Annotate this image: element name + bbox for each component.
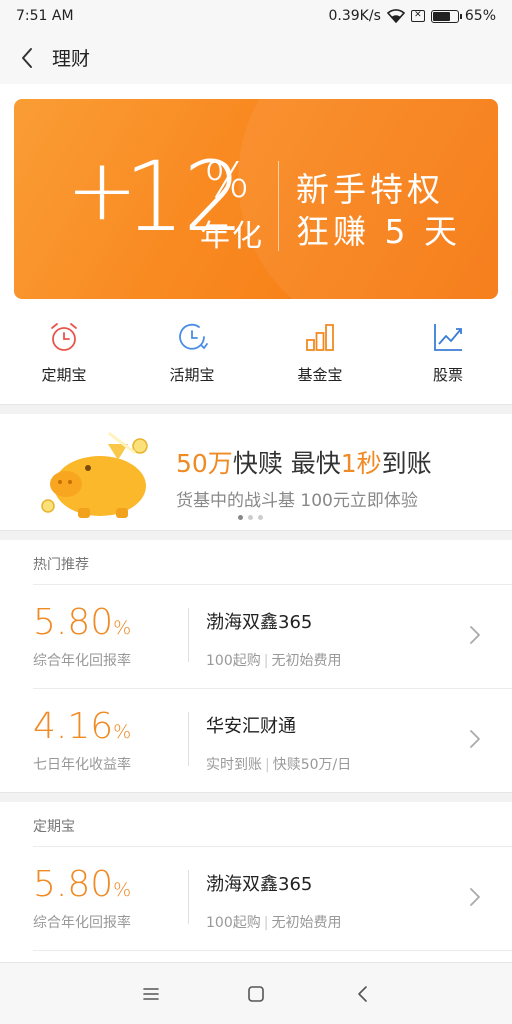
- quick-nav-label: 基金宝: [297, 366, 343, 384]
- desc-separator: |: [263, 653, 269, 669]
- carousel-indicator: [238, 515, 263, 520]
- row-divider: [33, 950, 512, 951]
- product-name: 华安汇财通: [206, 716, 296, 737]
- product-rate-label: 综合年化回报率: [33, 653, 131, 669]
- rate-value: 5.80: [33, 864, 114, 905]
- battery-percent: 65%: [464, 8, 496, 24]
- banner-divider: [278, 161, 279, 251]
- status-time: 7:51 AM: [16, 8, 74, 24]
- desc-separator: |: [265, 757, 270, 773]
- rate-unit: %: [113, 617, 132, 639]
- carousel-dot: [248, 515, 253, 520]
- quick-nav-fixed-term[interactable]: 定期宝: [14, 320, 114, 385]
- main-content: + 12 % 年化 新手特权 狂赚 5 天 定期宝 活期宝 基金宝 股票 50万…: [0, 84, 512, 962]
- battery-icon: [430, 9, 462, 23]
- section-separator: [0, 404, 512, 414]
- product-name: 渤海双鑫365: [206, 874, 313, 895]
- promo-banner[interactable]: + 12 % 年化 新手特权 狂赚 5 天: [14, 99, 498, 299]
- section-separator: [0, 792, 512, 802]
- banner-headline: 新手特权: [296, 170, 444, 209]
- system-nav-bar: [0, 962, 512, 1024]
- promo-title: 50万快赎 最快1秒到账: [176, 444, 432, 480]
- rate-unit: %: [113, 879, 132, 901]
- piggy-bank-icon: [41, 432, 148, 518]
- section-separator: [0, 530, 512, 540]
- promo-subtitle: 货基中的战斗基 100元立即体验: [176, 491, 418, 511]
- section-header-fixed: 定期宝: [0, 802, 512, 846]
- sim-off-icon: ✕: [410, 10, 425, 22]
- line-chart-icon: [434, 324, 462, 351]
- row-divider: [33, 846, 512, 847]
- product-desc: 100起购 | 无初始费用: [206, 912, 341, 932]
- desc-part: 无初始费用: [271, 653, 342, 669]
- product-rate: 5.80%: [33, 864, 131, 905]
- rate-value: 5.80: [33, 602, 114, 643]
- chevron-right-icon: [470, 888, 480, 906]
- product-desc: 100起购 | 无初始费用: [206, 650, 341, 670]
- product-name: 渤海双鑫365: [206, 612, 313, 633]
- promo-title-amount: 50万: [176, 449, 233, 478]
- desc-part: 快赎50万/日: [272, 757, 352, 773]
- title-bar: 理财: [0, 32, 512, 84]
- quick-nav-stocks[interactable]: 股票: [398, 320, 498, 385]
- chevron-right-icon: [470, 626, 480, 644]
- rate-value: 4.16: [33, 706, 114, 747]
- clock-icon: [179, 323, 208, 350]
- desc-part: 实时到账: [206, 757, 262, 773]
- page-title: 理财: [52, 48, 91, 70]
- quick-nav-label: 股票: [432, 366, 463, 384]
- back-triangle-icon[interactable]: [352, 983, 374, 1005]
- product-rate-label: 七日年化收益率: [33, 757, 131, 773]
- promo-carousel[interactable]: 50万快赎 最快1秒到账 货基中的战斗基 100元立即体验: [0, 414, 512, 530]
- carousel-dot: [258, 515, 263, 520]
- row-divider: [33, 584, 512, 585]
- product-card[interactable]: 5.80% 综合年化回报率 渤海双鑫365 100起购 | 无初始费用: [0, 584, 512, 688]
- product-divider: [188, 712, 189, 766]
- product-card-partial: [0, 950, 512, 962]
- banner-subheadline: 狂赚 5 天: [296, 212, 461, 251]
- promo-title-time: 1秒: [340, 449, 382, 478]
- status-right: 0.39K/s ✕ 65%: [329, 8, 497, 24]
- desc-part: 100起购: [206, 915, 261, 931]
- network-speed: 0.39K/s: [328, 8, 381, 24]
- quick-nav-fund[interactable]: 基金宝: [270, 320, 370, 385]
- product-card[interactable]: 5.80% 综合年化回报率 渤海双鑫365 100起购 | 无初始费用: [0, 846, 512, 950]
- carousel-dot: [238, 515, 243, 520]
- chevron-right-icon: [470, 730, 480, 748]
- banner-percent: %: [204, 153, 250, 209]
- menu-icon[interactable]: [140, 983, 162, 1005]
- alarm-clock-icon: [51, 323, 77, 351]
- desc-separator: |: [263, 915, 269, 931]
- quick-nav-label: 定期宝: [41, 366, 87, 384]
- quick-nav: 定期宝 活期宝 基金宝 股票: [0, 308, 512, 400]
- status-bar: 7:51 AM 0.39K/s ✕ 65%: [0, 0, 512, 32]
- quick-nav-label: 活期宝: [169, 366, 215, 384]
- product-desc: 实时到账 | 快赎50万/日: [206, 754, 351, 774]
- chevron-left-icon[interactable]: [14, 44, 42, 72]
- product-rate: 5.80%: [33, 602, 131, 643]
- section-header-hot: 热门推荐: [0, 540, 512, 584]
- promo-title-text: 快赎 最快: [232, 449, 341, 478]
- home-square-icon[interactable]: [245, 983, 267, 1005]
- promo-title-end: 到账: [381, 449, 432, 478]
- wifi-icon: [386, 9, 406, 24]
- product-rate: 4.16%: [33, 706, 131, 747]
- desc-part: 100起购: [206, 653, 261, 669]
- row-divider: [33, 688, 512, 689]
- banner-annual-label: 年化: [200, 219, 264, 254]
- product-divider: [188, 870, 189, 924]
- product-divider: [188, 608, 189, 662]
- product-card[interactable]: 4.16% 七日年化收益率 华安汇财通 实时到账 | 快赎50万/日: [0, 688, 512, 792]
- desc-part: 无初始费用: [271, 915, 342, 931]
- product-rate-label: 综合年化回报率: [33, 915, 131, 931]
- rate-unit: %: [113, 721, 132, 743]
- bar-chart-icon: [306, 324, 334, 351]
- quick-nav-current[interactable]: 活期宝: [142, 320, 242, 385]
